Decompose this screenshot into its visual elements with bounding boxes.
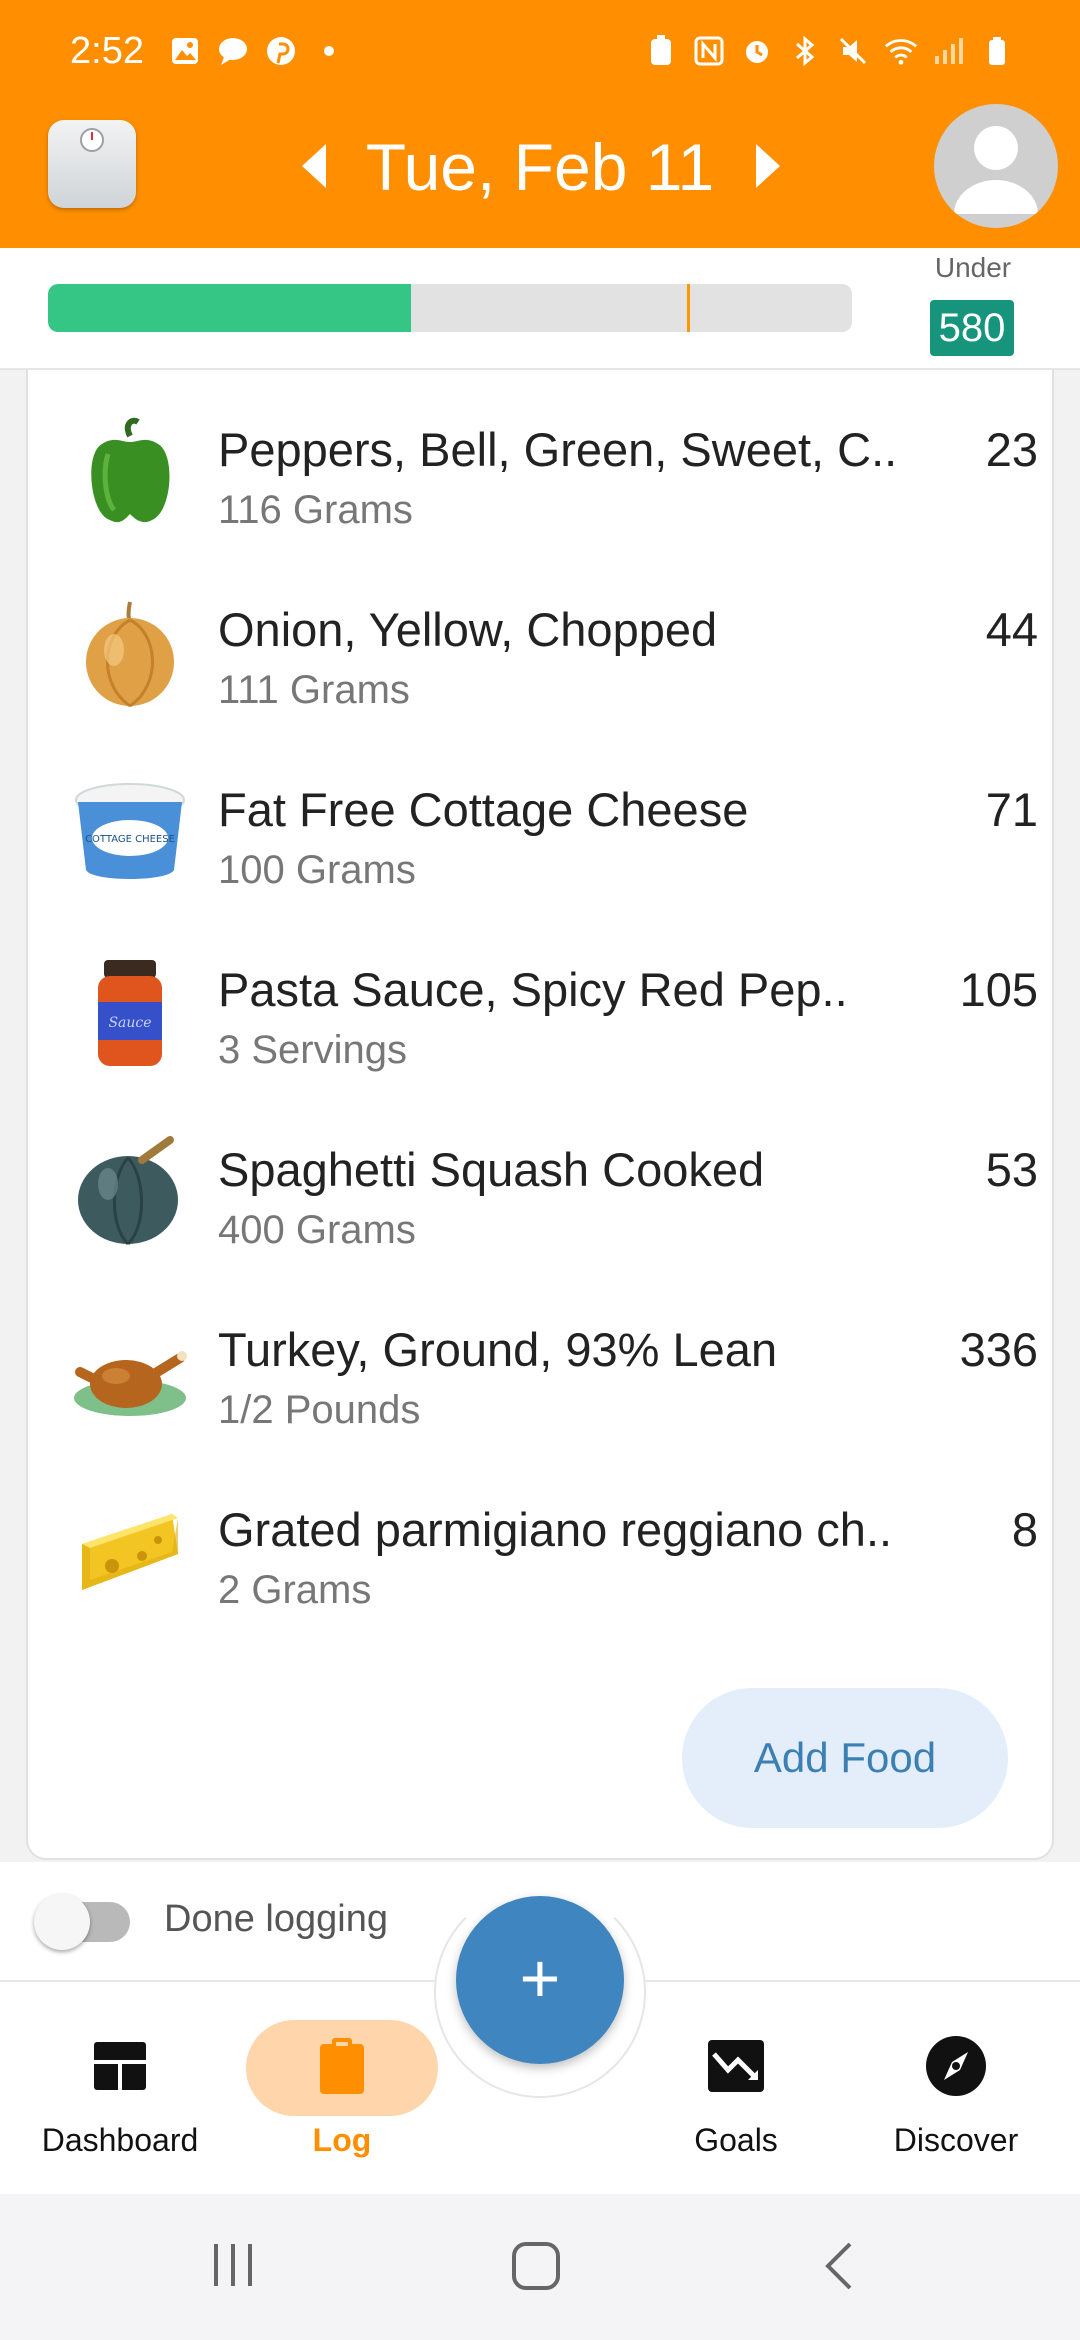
pinterest-icon xyxy=(264,34,298,68)
cheese-wedge-icon xyxy=(72,1494,188,1610)
roast-turkey-icon xyxy=(72,1314,188,1430)
message-icon xyxy=(216,34,250,68)
food-name: Turkey, Ground, 93% Lean xyxy=(218,1323,778,1376)
food-name: Grated parmigiano reggiano ch.. xyxy=(218,1503,893,1556)
nfc-icon xyxy=(692,34,726,68)
food-quantity: 400 Grams xyxy=(218,1208,416,1252)
food-quantity: 116 Grams xyxy=(218,488,413,532)
weigh-in-scale-button[interactable] xyxy=(48,120,136,208)
app-header: 2:52 Tue, Feb 11 xyxy=(0,0,1080,248)
food-item[interactable]: Onion, Yellow, Chopped 111 Grams 44 xyxy=(28,550,1056,730)
caret-left-icon xyxy=(302,144,326,188)
wifi-icon xyxy=(884,34,918,68)
dashboard-icon xyxy=(94,2042,146,2090)
current-date[interactable]: Tue, Feb 11 xyxy=(350,122,730,212)
onion-icon xyxy=(72,594,188,710)
food-name: Spaghetti Squash Cooked xyxy=(218,1143,765,1196)
food-item[interactable]: COTTAGE CHEESE Fat Free Cottage Cheese 1… xyxy=(28,730,1056,910)
calories-remaining-badge: 580 xyxy=(930,300,1014,356)
previous-day-button[interactable] xyxy=(294,138,334,194)
caret-right-icon xyxy=(756,144,780,188)
nav-dashboard[interactable]: Dashboard xyxy=(20,1982,220,2196)
battery-icon xyxy=(980,34,1014,68)
food-quantity: 3 Servings xyxy=(218,1028,407,1072)
food-calories: 71 xyxy=(985,783,1038,836)
squash-icon xyxy=(72,1134,188,1250)
status-system-icons xyxy=(644,34,1014,68)
cottage-cheese-icon: COTTAGE CHEESE xyxy=(72,774,188,890)
nav-dashboard-label: Dashboard xyxy=(41,2122,199,2158)
nav-discover[interactable]: Discover xyxy=(856,1982,1056,2196)
food-quantity: 111 Grams xyxy=(218,668,410,712)
nav-goals[interactable]: Goals xyxy=(636,1982,836,2196)
recent-apps-icon xyxy=(214,2244,252,2286)
food-name: Fat Free Cottage Cheese xyxy=(218,783,749,836)
food-item[interactable]: Spaghetti Squash Cooked 400 Grams 53 xyxy=(28,1090,1056,1270)
clipboard-icon xyxy=(320,2038,364,2094)
nav-log[interactable]: Log xyxy=(242,1982,442,2196)
compass-icon xyxy=(926,2036,986,2096)
food-item[interactable]: Sauce Pasta Sauce, Spicy Red Pep.. 3 Ser… xyxy=(28,910,1056,1090)
home-button[interactable] xyxy=(510,2240,562,2292)
dot-icon xyxy=(312,34,346,68)
signal-icon xyxy=(932,34,966,68)
nav-goals-label: Goals xyxy=(694,2122,778,2158)
sauce-jar-label: Sauce xyxy=(108,1015,151,1031)
goals-chart-icon xyxy=(708,2040,764,2092)
food-calories: 8 xyxy=(1011,1503,1038,1556)
toggle-knob[interactable] xyxy=(34,1894,90,1950)
food-item[interactable]: Grated parmigiano reggiano ch.. 2 Grams … xyxy=(28,1450,1056,1630)
food-log-card: Peppers, Bell, Green, Sweet, C.. 116 Gra… xyxy=(26,370,1054,1860)
progress-fill xyxy=(48,284,411,332)
food-name: Pasta Sauce, Spicy Red Pep.. xyxy=(218,963,848,1016)
scale-icon xyxy=(80,128,104,152)
progress-track xyxy=(48,284,852,332)
quick-add-fab[interactable]: + xyxy=(456,1896,624,2064)
food-calories: 105 xyxy=(959,963,1038,1016)
cottage-cheese-icon-label: COTTAGE CHEESE xyxy=(85,834,175,845)
goal-marker xyxy=(687,284,690,332)
food-name: Onion, Yellow, Chopped xyxy=(218,603,718,656)
back-chevron-icon xyxy=(825,2242,852,2290)
food-calories: 336 xyxy=(959,1323,1038,1376)
add-food-button[interactable]: Add Food xyxy=(682,1688,1008,1828)
recent-apps-button[interactable] xyxy=(210,2240,256,2290)
food-calories: 23 xyxy=(985,423,1038,476)
home-icon xyxy=(512,2242,560,2290)
battery-saver-icon xyxy=(644,34,678,68)
food-quantity: 2 Grams xyxy=(218,1568,372,1612)
nav-log-label: Log xyxy=(312,2122,372,2158)
person-icon xyxy=(954,126,1038,214)
alarm-icon xyxy=(740,34,774,68)
under-label: Under xyxy=(934,252,1012,283)
status-time: 2:52 xyxy=(70,30,144,72)
green-pepper-icon xyxy=(72,414,188,530)
food-calories: 53 xyxy=(985,1143,1038,1196)
status-notification-icons xyxy=(168,34,346,68)
mute-icon xyxy=(836,34,870,68)
status-bar: 2:52 xyxy=(0,0,1080,104)
gallery-icon xyxy=(168,34,202,68)
done-logging-label: Done logging xyxy=(164,1898,388,1940)
profile-avatar[interactable] xyxy=(934,104,1058,228)
bluetooth-icon xyxy=(788,34,822,68)
food-item[interactable]: Turkey, Ground, 93% Lean 1/2 Pounds 336 xyxy=(28,1270,1056,1450)
food-item[interactable]: Peppers, Bell, Green, Sweet, C.. 116 Gra… xyxy=(28,370,1056,550)
food-quantity: 1/2 Pounds xyxy=(218,1388,421,1432)
sauce-jar-icon: Sauce xyxy=(72,954,188,1070)
back-button[interactable] xyxy=(818,2240,858,2292)
food-quantity: 100 Grams xyxy=(218,848,416,892)
food-calories: 44 xyxy=(985,603,1038,656)
next-day-button[interactable] xyxy=(748,138,788,194)
food-name: Peppers, Bell, Green, Sweet, C.. xyxy=(218,423,898,476)
nav-discover-label: Discover xyxy=(893,2122,1019,2158)
system-navigation-bar xyxy=(0,2194,1080,2340)
